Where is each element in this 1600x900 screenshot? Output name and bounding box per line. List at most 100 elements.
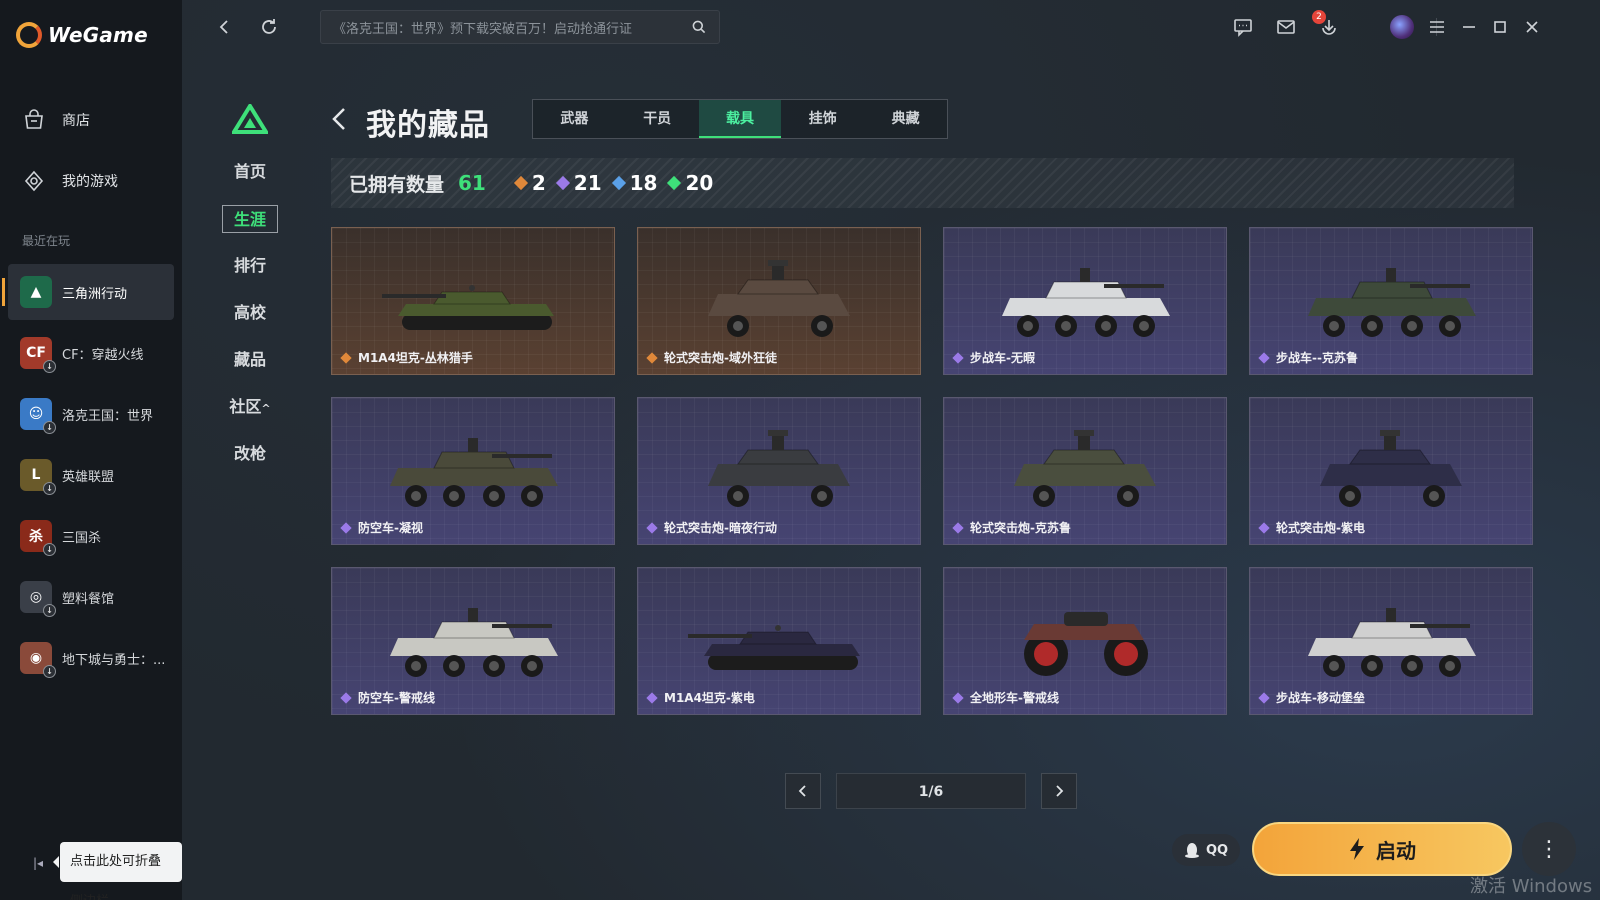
- rarity-diamond-icon: [952, 691, 964, 704]
- game-nav-item[interactable]: 生涯: [222, 205, 278, 233]
- game-nav-item[interactable]: 藏品: [222, 346, 278, 374]
- ifv-icon: [390, 438, 558, 507]
- vehicle-card[interactable]: 全地形车-警戒线: [943, 567, 1227, 715]
- vehicle-card[interactable]: 步战车-移动堡垒: [1249, 567, 1533, 715]
- back-arrow-icon[interactable]: [328, 105, 352, 133]
- vehicle-card[interactable]: 轮式突击炮-紫电: [1249, 397, 1533, 545]
- rarity-diamond-icon: [1258, 351, 1270, 364]
- page-title: 我的藏品: [366, 108, 490, 143]
- vehicle-card[interactable]: 轮式突击炮-克苏鲁: [943, 397, 1227, 545]
- download-badge-icon: ↓: [43, 482, 56, 495]
- rarity-diamond-icon: [340, 351, 352, 364]
- game-nav-item[interactable]: 社区^: [222, 393, 278, 421]
- ifv-icon: [1308, 268, 1476, 337]
- recent-game-label: 地下城与勇士：...: [62, 652, 166, 668]
- wegame-logo[interactable]: WeGame: [16, 22, 148, 48]
- vehicle-card[interactable]: 防空车-凝视: [331, 397, 615, 545]
- collection-tab[interactable]: 挂饰: [781, 100, 864, 138]
- nav-my-games[interactable]: 我的游戏: [22, 169, 118, 193]
- vehicle-card[interactable]: M1A4坦克-紫电: [637, 567, 921, 715]
- vehicle-name: 步战车-无暇: [970, 351, 1035, 365]
- game-nav-item[interactable]: 改枪: [222, 440, 278, 468]
- download-icon[interactable]: [1316, 14, 1342, 40]
- recent-game-item[interactable]: ◉ ↓ 地下城与勇士：...: [8, 630, 174, 686]
- vehicle-name: M1A4坦克-丛林猎手: [358, 351, 473, 365]
- vehicle-name: 步战车--克苏鲁: [1276, 351, 1358, 365]
- launch-label: 启动: [1376, 838, 1416, 863]
- game-nav-label: 首页: [233, 162, 266, 181]
- game-nav-label: 排行: [233, 256, 266, 275]
- recent-played-label: 最近在玩: [22, 234, 71, 248]
- dnf-icon: ◉ ↓: [20, 642, 56, 678]
- vehicle-grid: M1A4坦克-丛林猎手 轮式突击炮-域外狂徒 步战车-无暇 步战车--克苏鲁 防…: [331, 227, 1533, 717]
- rarity-diamond-icon: [611, 175, 626, 191]
- mail-icon[interactable]: [1273, 14, 1299, 40]
- launch-button[interactable]: 启动: [1252, 822, 1512, 876]
- game-nav-item[interactable]: 首页: [222, 158, 278, 186]
- armored-car-icon: [708, 430, 850, 507]
- collection-tabs: 武器 干员 载具 挂饰 典藏: [532, 99, 948, 139]
- menu-icon[interactable]: [1424, 14, 1450, 40]
- vehicle-name-row: M1A4坦克-丛林猎手: [340, 349, 473, 366]
- qq-account-button[interactable]: QQ: [1172, 834, 1240, 866]
- rarity-count-value: 21: [573, 171, 602, 195]
- game-nav-label: 高校: [233, 303, 266, 322]
- game-nav-item[interactable]: 高校: [222, 299, 278, 327]
- vehicle-card[interactable]: 轮式突击炮-暗夜行动: [637, 397, 921, 545]
- rarity-diamond-icon: [952, 521, 964, 534]
- collapse-sidebar-icon[interactable]: |◂: [28, 854, 48, 872]
- game-nav-item[interactable]: 排行: [222, 252, 278, 280]
- collection-tab[interactable]: 典藏: [864, 100, 947, 138]
- vehicle-card[interactable]: 轮式突击炮-域外狂徒: [637, 227, 921, 375]
- windows-activation-watermark: 激活 Windows: [1470, 876, 1593, 897]
- search-icon[interactable]: [691, 19, 707, 35]
- vehicle-name-row: 步战车-移动堡垒: [1258, 689, 1365, 706]
- recent-game-item[interactable]: ▲ 三角洲行动: [2, 264, 174, 320]
- vehicle-card[interactable]: 步战车-无暇: [943, 227, 1227, 375]
- collection-tab[interactable]: 武器: [533, 100, 616, 138]
- rarity-diamond-icon: [646, 691, 658, 704]
- page-indicator: 1/6: [836, 773, 1026, 809]
- rarity-count: 21: [555, 171, 602, 195]
- next-page-button[interactable]: [1041, 773, 1077, 809]
- recent-game-item[interactable]: ☺ ↓ 洛克王国：世界: [8, 386, 174, 442]
- game-nav-label: 改枪: [233, 444, 266, 463]
- search-input[interactable]: 《洛克王国：世界》预下载突破百万！启动抢通行证: [320, 10, 720, 44]
- nav-store[interactable]: 商店: [22, 108, 90, 132]
- recent-game-label: 塑料餐馆: [62, 591, 115, 607]
- user-avatar[interactable]: [1390, 15, 1414, 39]
- maximize-icon[interactable]: [1487, 14, 1513, 40]
- vehicle-name-row: M1A4坦克-紫电: [646, 689, 755, 706]
- vehicle-name-row: 全地形车-警戒线: [952, 689, 1059, 706]
- rarity-diamond-icon: [646, 351, 658, 364]
- chat-icon[interactable]: [1230, 14, 1256, 40]
- vehicle-name-row: 步战车--克苏鲁: [1258, 349, 1358, 366]
- collection-tab[interactable]: 载具: [698, 100, 782, 138]
- recent-game-item[interactable]: L ↓ 英雄联盟: [8, 447, 174, 503]
- vehicle-card[interactable]: 防空车-警戒线: [331, 567, 615, 715]
- rarity-diamond-icon: [1258, 521, 1270, 534]
- vehicle-name: 步战车-移动堡垒: [1276, 691, 1365, 705]
- recent-game-item[interactable]: ◎ ↓ 塑料餐馆: [8, 569, 174, 625]
- search-placeholder: 《洛克王国：世界》预下载突破百万！启动抢通行证: [333, 21, 633, 37]
- prev-page-button[interactable]: [785, 773, 821, 809]
- minimize-icon[interactable]: [1456, 14, 1482, 40]
- store-bag-icon: [25, 109, 43, 129]
- vehicle-name: 轮式突击炮-克苏鲁: [970, 521, 1071, 535]
- delta-force-logo-icon[interactable]: [232, 104, 268, 134]
- rarity-diamond-icon: [667, 175, 682, 191]
- vehicle-card[interactable]: M1A4坦克-丛林猎手: [331, 227, 615, 375]
- vehicle-card[interactable]: 步战车--克苏鲁: [1249, 227, 1533, 375]
- rarity-count: 2: [513, 171, 546, 195]
- brand-name: WeGame: [48, 23, 148, 47]
- refresh-icon[interactable]: [256, 14, 282, 40]
- vehicle-name-row: 防空车-凝视: [340, 519, 423, 536]
- recent-game-item[interactable]: CF ↓ CF：穿越火线: [8, 325, 174, 381]
- close-icon[interactable]: [1519, 14, 1545, 40]
- chevron-right-icon: [1056, 785, 1064, 797]
- more-options-button[interactable]: ⋮: [1522, 822, 1576, 876]
- back-nav-icon[interactable]: [212, 14, 238, 40]
- ifv-icon: [1002, 268, 1170, 337]
- recent-game-item[interactable]: 杀 ↓ 三国杀: [8, 508, 174, 564]
- collection-tab[interactable]: 干员: [616, 100, 699, 138]
